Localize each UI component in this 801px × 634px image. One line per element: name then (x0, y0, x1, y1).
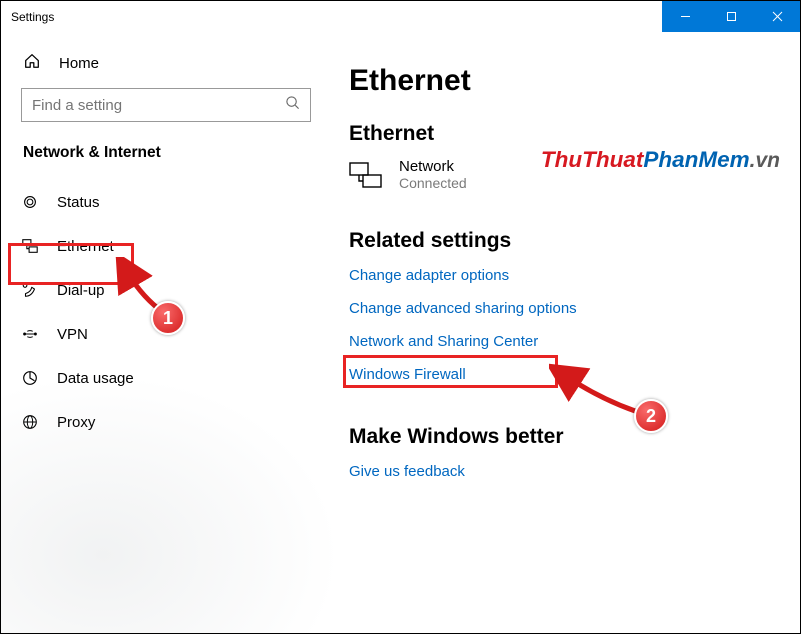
page-title: Ethernet (349, 64, 782, 98)
maximize-button[interactable] (708, 1, 754, 32)
window-title: Settings (1, 1, 662, 32)
proxy-icon (21, 413, 39, 431)
search-box[interactable] (21, 88, 311, 122)
sidebar-item-label: Proxy (57, 414, 95, 431)
link-windows-firewall[interactable]: Windows Firewall (349, 366, 466, 383)
network-adapter-icon (349, 162, 383, 188)
sidebar-item-label: Data usage (57, 370, 134, 387)
feedback-title: Make Windows better (349, 425, 782, 449)
vpn-icon (21, 325, 39, 343)
link-change-adapter-options[interactable]: Change adapter options (349, 267, 509, 284)
search-icon (285, 95, 300, 115)
network-adapter-row[interactable]: Network Connected (349, 158, 782, 191)
sidebar-item-proxy[interactable]: Proxy (19, 400, 315, 444)
sidebar-item-ethernet[interactable]: Ethernet (19, 224, 315, 268)
sidebar: Home Network & Internet Status Ethernet (1, 32, 331, 633)
home-icon (23, 52, 41, 74)
sidebar-item-status[interactable]: Status (19, 180, 315, 224)
close-button[interactable] (754, 1, 800, 32)
adapter-name: Network (399, 158, 467, 175)
related-settings-title: Related settings (349, 229, 782, 253)
content-pane: Ethernet Ethernet Network Connected Rela… (331, 32, 800, 633)
status-icon (21, 193, 39, 211)
search-input[interactable] (32, 97, 285, 114)
sidebar-item-label: Status (57, 194, 100, 211)
window-controls (662, 1, 800, 32)
data-usage-icon (21, 369, 39, 387)
ethernet-icon (21, 237, 39, 255)
sidebar-section-title: Network & Internet (21, 144, 311, 162)
link-network-sharing-center[interactable]: Network and Sharing Center (349, 333, 538, 350)
link-give-feedback[interactable]: Give us feedback (349, 463, 465, 480)
sidebar-item-label: Ethernet (57, 238, 114, 255)
link-change-advanced-sharing[interactable]: Change advanced sharing options (349, 300, 577, 317)
minimize-button[interactable] (662, 1, 708, 32)
sidebar-item-vpn[interactable]: VPN (19, 312, 315, 356)
home-nav[interactable]: Home (21, 44, 311, 88)
sidebar-item-data-usage[interactable]: Data usage (19, 356, 315, 400)
titlebar: Settings (1, 1, 800, 32)
sidebar-item-label: VPN (57, 326, 88, 343)
adapter-status: Connected (399, 175, 467, 191)
sidebar-item-dialup[interactable]: Dial-up (19, 268, 315, 312)
sidebar-item-label: Dial-up (57, 282, 105, 299)
dialup-icon (21, 281, 39, 299)
home-label: Home (59, 55, 99, 72)
page-subheading: Ethernet (349, 122, 782, 146)
